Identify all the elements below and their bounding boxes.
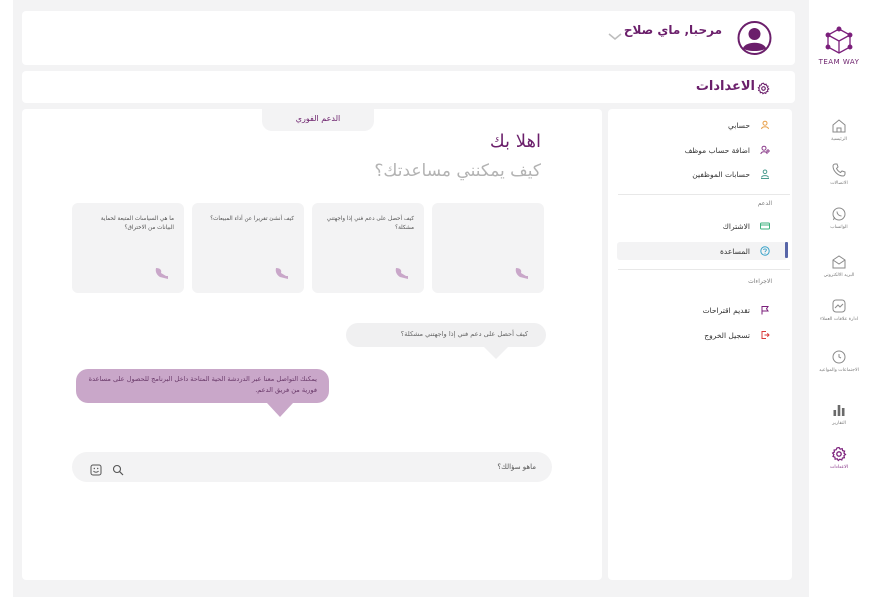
rail-label-meetings: الاجتماعات والمواعيد — [819, 368, 859, 373]
settings-gear-icon — [757, 80, 770, 99]
home-icon — [832, 119, 846, 133]
menu-label-suggestions: تقديم اقتراحات — [702, 305, 750, 315]
user-question-bubble: كيف أحصل على دعم فني إذا واجهتني مشكلة؟ — [346, 323, 546, 347]
rail-item-whatsapp[interactable]: الواتساب — [810, 206, 868, 231]
menu-item-employee-accounts[interactable]: حسابات الموظفين — [692, 166, 770, 182]
rail-item-settings[interactable]: الاعدادات — [810, 446, 868, 471]
menu-divider — [618, 194, 790, 195]
rail-item-home[interactable]: الرئيسية — [810, 118, 868, 143]
menu-label-subscription: الاشتراك — [722, 221, 750, 231]
rail-label-home: الرئيسية — [831, 137, 847, 142]
menu-divider — [618, 269, 790, 270]
rail-label-reports: التقارير — [832, 421, 846, 426]
help-subheading: كيف يمكنني مساعدتك؟ — [374, 161, 541, 181]
menu-item-help[interactable]: المساعدة — [720, 243, 770, 259]
page-title: الاعدادات — [695, 79, 755, 94]
chevron-down-icon[interactable] — [608, 26, 622, 45]
faq-card[interactable]: كيف أنشئ تقريرا عن أداء المبيعات؟ — [192, 203, 304, 293]
section-label-actions: الاجراءات — [748, 278, 772, 285]
user-avatar-icon — [737, 21, 772, 55]
top-header: مرحبا, ماي صلاح — [22, 11, 795, 65]
menu-label-add-employee: اضافة حساب موظف — [684, 145, 750, 155]
rail-label-email: البريد الالكتروني — [823, 273, 855, 278]
faq-chat-icon — [515, 268, 528, 279]
avatar[interactable] — [736, 21, 773, 55]
section-label-support: الدعم — [757, 200, 772, 207]
user-icon — [761, 120, 769, 130]
rail-label-whatsapp: الواتساب — [830, 225, 848, 230]
menu-label-help: المساعدة — [719, 246, 750, 256]
faq-card[interactable]: كيف أحصل على دعم فني إذا واجهتني مشكلة؟ — [312, 203, 424, 293]
logo-text: TEAM WAY — [818, 58, 860, 66]
menu-item-add-employee[interactable]: اضافة حساب موظف — [685, 142, 770, 158]
mail-icon — [832, 255, 846, 269]
add-user-icon — [760, 145, 770, 155]
help-circle-icon — [760, 246, 770, 256]
crm-icon — [832, 299, 846, 313]
faq-text: كيف أنشئ تقريرا عن أداء المبيعات؟ — [210, 216, 294, 222]
menu-item-account[interactable]: حسابي — [728, 117, 770, 133]
rail-label-calls: الاتصالات — [830, 181, 848, 186]
rail-label-settings: الاعدادات — [830, 465, 848, 470]
card-icon — [760, 222, 770, 230]
help-panel: الدعم الفوري اهلا بك كيف يمكنني مساعدتك؟… — [22, 109, 602, 580]
user-greeting: مرحبا, ماي صلاح — [623, 23, 722, 37]
flag-icon — [761, 306, 769, 315]
faq-chat-icon — [395, 268, 408, 279]
rail-item-email[interactable]: البريد الالكتروني — [810, 254, 868, 279]
emoji-icon[interactable] — [90, 461, 102, 480]
rail-item-crm[interactable]: ادارة علاقات العملاء — [810, 298, 868, 323]
live-support-tab[interactable]: الدعم الفوري — [262, 109, 374, 131]
logo-icon — [825, 26, 853, 54]
faq-chat-icon — [155, 268, 168, 279]
menu-active-indicator — [785, 242, 788, 258]
question-bubble-tail — [484, 347, 508, 359]
menu-item-subscription[interactable]: الاشتراك — [723, 218, 770, 234]
faq-chat-icon — [275, 268, 288, 279]
support-answer-bubble: يمكنك التواصل معنا عبر الدردشة الحية الم… — [76, 369, 329, 403]
bar-chart-icon — [833, 405, 845, 416]
menu-item-logout[interactable]: تسجيل الخروج — [704, 327, 770, 343]
question-input[interactable] — [132, 459, 536, 475]
title-bar: الاعدادات — [22, 71, 795, 103]
menu-label-employee-accounts: حسابات الموظفين — [692, 169, 750, 179]
users-icon — [761, 169, 769, 179]
menu-label-account: حسابي — [728, 120, 750, 130]
gear-icon — [831, 446, 847, 462]
faq-text: ما هي السياسات المتبعة لحماية البيانات م… — [100, 216, 174, 231]
logo[interactable]: TEAM WAY — [810, 26, 868, 66]
faq-card[interactable]: ما هي السياسات المتبعة لحماية البيانات م… — [72, 203, 184, 293]
answer-bubble-tail — [267, 403, 293, 417]
rail-item-meetings[interactable]: الاجتماعات والمواعيد — [810, 349, 868, 374]
faq-text: كيف أحصل على دعم فني إذا واجهتني مشكلة؟ — [326, 216, 414, 231]
menu-item-suggestions[interactable]: تقديم اقتراحات — [703, 302, 770, 318]
logout-icon — [761, 331, 770, 339]
rail-item-calls[interactable]: الاتصالات — [810, 162, 868, 187]
clock-icon — [832, 350, 846, 364]
nav-rail: TEAM WAY الرئيسية الاتصالات الواتساب الب… — [810, 0, 874, 597]
hello-heading: اهلا بك — [489, 131, 541, 152]
settings-menu: حسابي اضافة حساب موظف حسابات الموظفين ال… — [608, 109, 792, 580]
chat-input-bar — [72, 452, 552, 482]
faq-card[interactable] — [432, 203, 544, 293]
phone-icon — [832, 163, 846, 177]
rail-label-crm: ادارة علاقات العملاء — [820, 317, 858, 322]
rail-item-reports[interactable]: التقارير — [810, 402, 868, 427]
search-icon[interactable] — [112, 461, 124, 480]
menu-label-logout: تسجيل الخروج — [704, 330, 750, 340]
whatsapp-icon — [832, 207, 846, 221]
